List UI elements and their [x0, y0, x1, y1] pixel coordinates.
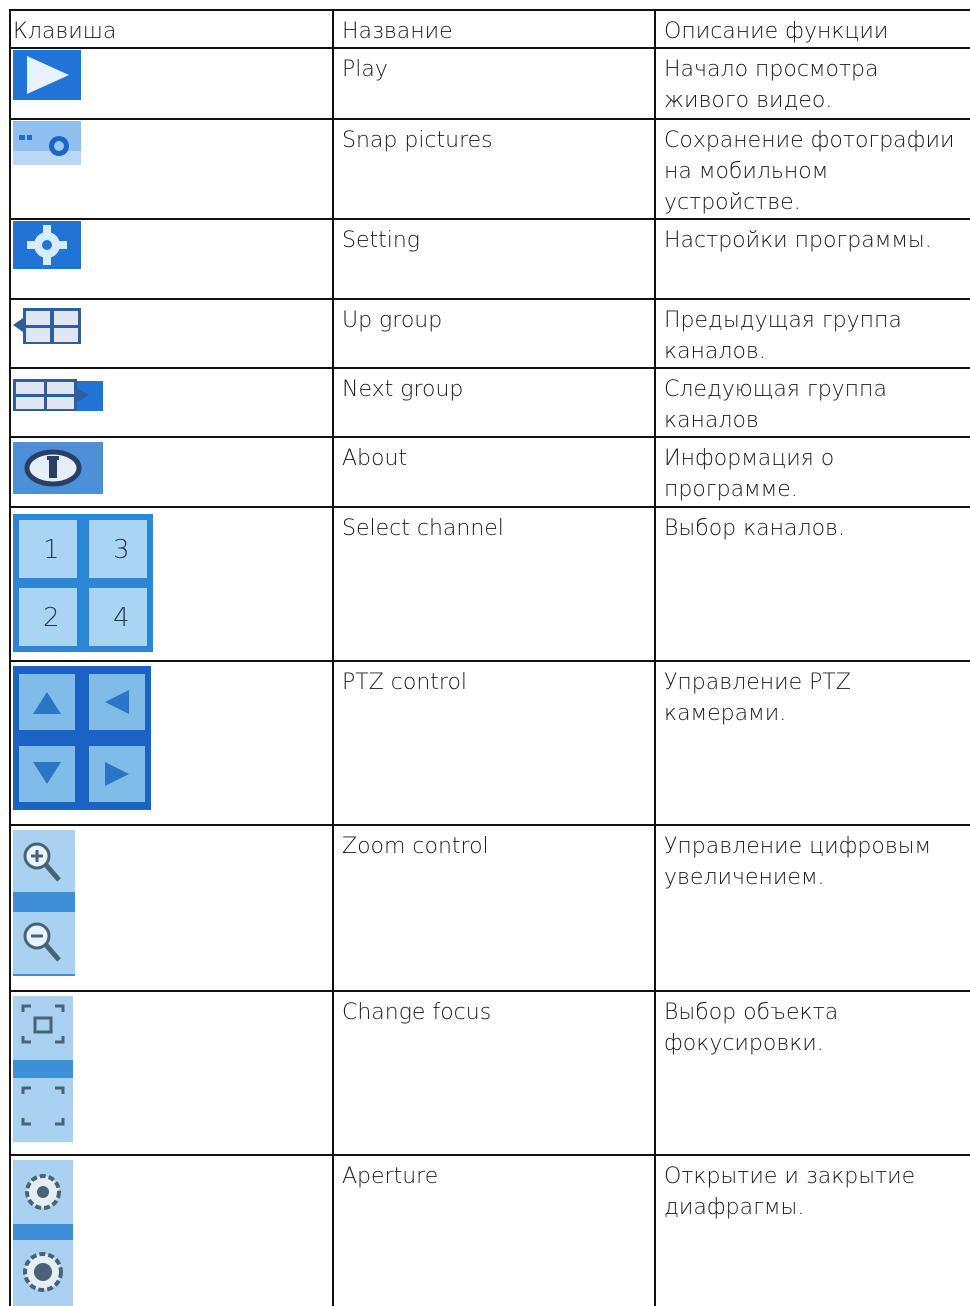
table-row: PTZ control Управление PTZ камерами.: [9, 660, 970, 826]
table-row: Setting Настройки программы.: [9, 218, 970, 300]
key-cell: [9, 367, 334, 438]
up-group-icon: [13, 308, 81, 344]
next-group-icon: [13, 379, 103, 411]
snap-camera-icon: [13, 121, 81, 165]
channel-digit: 3: [113, 535, 130, 565]
description-cell: Управление PTZ камерами.: [654, 660, 970, 826]
row-description: Открытие и закрытие диафрагмы.: [664, 1164, 916, 1220]
description-cell: Начало просмотра живого видео.: [654, 47, 970, 120]
table-row: Zoom control Управление цифровым увеличе…: [9, 824, 970, 992]
table-row: Next group Следующая группа каналов: [9, 367, 970, 438]
header-description-label: Описание функции: [664, 19, 889, 44]
table-row: Play Начало просмотра живого видео.: [9, 47, 970, 120]
row-name: Select channel: [342, 516, 504, 541]
name-cell: About: [332, 436, 656, 508]
key-cell: [9, 436, 334, 508]
name-cell: Select channel: [332, 506, 656, 662]
key-cell: [9, 1154, 334, 1306]
table-row: Change focus Выбор объекта фокусировки.: [9, 990, 970, 1156]
row-name: Change focus: [342, 1000, 492, 1025]
row-description: Информация о программе.: [664, 446, 835, 502]
table-header-row: Клавиша Название Описание функции: [9, 9, 970, 49]
description-cell: Следующая группа каналов: [654, 367, 970, 438]
header-key-label: Клавиша: [13, 19, 117, 44]
table-row: 1 3 2 4 Select channel Выбор каналов.: [9, 506, 970, 662]
row-name: Snap pictures: [342, 128, 493, 153]
row-description: Начало просмотра живого видео.: [664, 57, 879, 113]
description-cell: Управление цифровым увеличением.: [654, 824, 970, 992]
description-cell: Выбор объекта фокусировки.: [654, 990, 970, 1156]
name-cell: Aperture: [332, 1154, 656, 1306]
key-cell: [9, 47, 334, 120]
channel-digit: 2: [43, 603, 60, 633]
header-cell-key: Клавиша: [9, 9, 334, 49]
row-description: Настройки программы.: [664, 228, 932, 253]
key-cell: [9, 990, 334, 1156]
key-cell: [9, 824, 334, 992]
channel-select-icon: 1 3 2 4: [13, 514, 153, 652]
key-cell: [9, 660, 334, 826]
channel-digit: 1: [43, 535, 60, 565]
key-cell: 1 3 2 4: [9, 506, 334, 662]
table-row: Up group Предыдущая группа каналов.: [9, 298, 970, 369]
row-description: Предыдущая группа каналов.: [664, 308, 902, 364]
row-description: Управление PTZ камерами.: [664, 670, 851, 726]
row-description: Выбор объекта фокусировки.: [664, 1000, 839, 1056]
key-cell: [9, 118, 334, 220]
description-cell: Предыдущая группа каналов.: [654, 298, 970, 369]
name-cell: Next group: [332, 367, 656, 438]
key-cell: [9, 298, 334, 369]
name-cell: Change focus: [332, 990, 656, 1156]
description-cell: Открытие и закрытие диафрагмы.: [654, 1154, 970, 1306]
table-row: About Информация о программе.: [9, 436, 970, 508]
description-cell: Настройки программы.: [654, 218, 970, 300]
name-cell: Zoom control: [332, 824, 656, 992]
name-cell: PTZ control: [332, 660, 656, 826]
focus-icon: [13, 996, 73, 1142]
name-cell: Setting: [332, 218, 656, 300]
header-name-label: Название: [342, 19, 453, 44]
gear-icon: [13, 221, 81, 269]
description-cell: Информация о программе.: [654, 436, 970, 508]
row-description: Выбор каналов.: [664, 516, 845, 541]
info-icon: [13, 442, 103, 494]
row-name: Next group: [342, 377, 464, 402]
row-description: Сохранение фотографии на мобильном устро…: [664, 128, 955, 215]
row-description: Управление цифровым увеличением.: [664, 834, 932, 890]
name-cell: Up group: [332, 298, 656, 369]
play-icon: [13, 50, 81, 100]
row-name: Aperture: [342, 1164, 439, 1189]
row-name: About: [342, 446, 408, 471]
table-row: Snap pictures Сохранение фотографии на м…: [9, 118, 970, 220]
key-cell: [9, 218, 334, 300]
aperture-icon: [13, 1160, 73, 1306]
description-cell: Сохранение фотографии на мобильном устро…: [654, 118, 970, 220]
description-cell: Выбор каналов.: [654, 506, 970, 662]
row-name: Setting: [342, 228, 421, 253]
row-name: Zoom control: [342, 834, 489, 859]
row-name: PTZ control: [342, 670, 468, 695]
name-cell: Snap pictures: [332, 118, 656, 220]
zoom-icon: [13, 830, 75, 976]
header-cell-name: Название: [332, 9, 656, 49]
ptz-arrows-icon: [13, 666, 151, 810]
row-name: Play: [342, 57, 388, 82]
channel-digit: 4: [113, 603, 130, 633]
header-cell-description: Описание функции: [654, 9, 970, 49]
key-function-table: Клавиша Название Описание функции Play Н…: [9, 9, 970, 1306]
row-description: Следующая группа каналов: [664, 377, 887, 433]
row-name: Up group: [342, 308, 443, 333]
table-row: Aperture Открытие и закрытие диафрагмы.: [9, 1154, 970, 1306]
name-cell: Play: [332, 47, 656, 120]
